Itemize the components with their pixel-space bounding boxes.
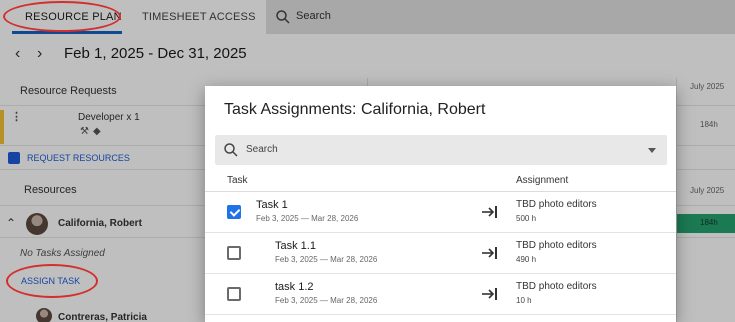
task-row[interactable]: Task 1.1 Feb 3, 2025 — Mar 28, 2026 TBD … [205,233,676,274]
task-dates: Feb 3, 2025 — Mar 28, 2026 [275,255,378,264]
highlight-ellipse-assign-task [6,264,98,298]
assign-arrow-icon[interactable] [481,286,499,302]
task-checkbox[interactable] [227,246,241,260]
task-name: task 1.2 [275,281,314,293]
assignment-hours: 10 h [516,296,532,305]
dropdown-caret-icon[interactable] [648,148,656,153]
task-row[interactable]: task 1.2 Feb 3, 2025 — Mar 28, 2026 TBD … [205,274,676,315]
dialog-title: Task Assignments: California, Robert [224,101,486,118]
task-checkbox[interactable] [227,287,241,301]
task-name: Task 1 [256,199,288,211]
task-dates: Feb 3, 2025 — Mar 28, 2026 [256,214,359,223]
search-icon [224,143,238,157]
assign-arrow-icon[interactable] [481,204,499,220]
task-checkbox[interactable] [227,205,241,219]
task-search-input[interactable]: Search [215,135,667,165]
task-name: Task 1.1 [275,240,316,252]
assignment-hours: 490 h [516,255,537,264]
assignment-hours: 500 h [516,214,537,223]
assign-arrow-icon[interactable] [481,245,499,261]
assignment-name: TBD photo editors [516,199,597,210]
task-row[interactable]: Task 1 Feb 3, 2025 — Mar 28, 2026 TBD ph… [205,192,676,233]
assignment-name: TBD photo editors [516,240,597,251]
task-search-label: Search [246,144,278,155]
task-dates: Feb 3, 2025 — Mar 28, 2026 [275,296,378,305]
task-table-header: Task Assignment [205,172,676,192]
column-header-task: Task [227,175,248,186]
column-header-assignment: Assignment [516,175,569,186]
task-assignments-dialog: Task Assignments: California, Robert Sea… [205,86,676,322]
assignment-name: TBD photo editors [516,281,597,292]
highlight-ellipse-resource-plan [3,1,121,32]
